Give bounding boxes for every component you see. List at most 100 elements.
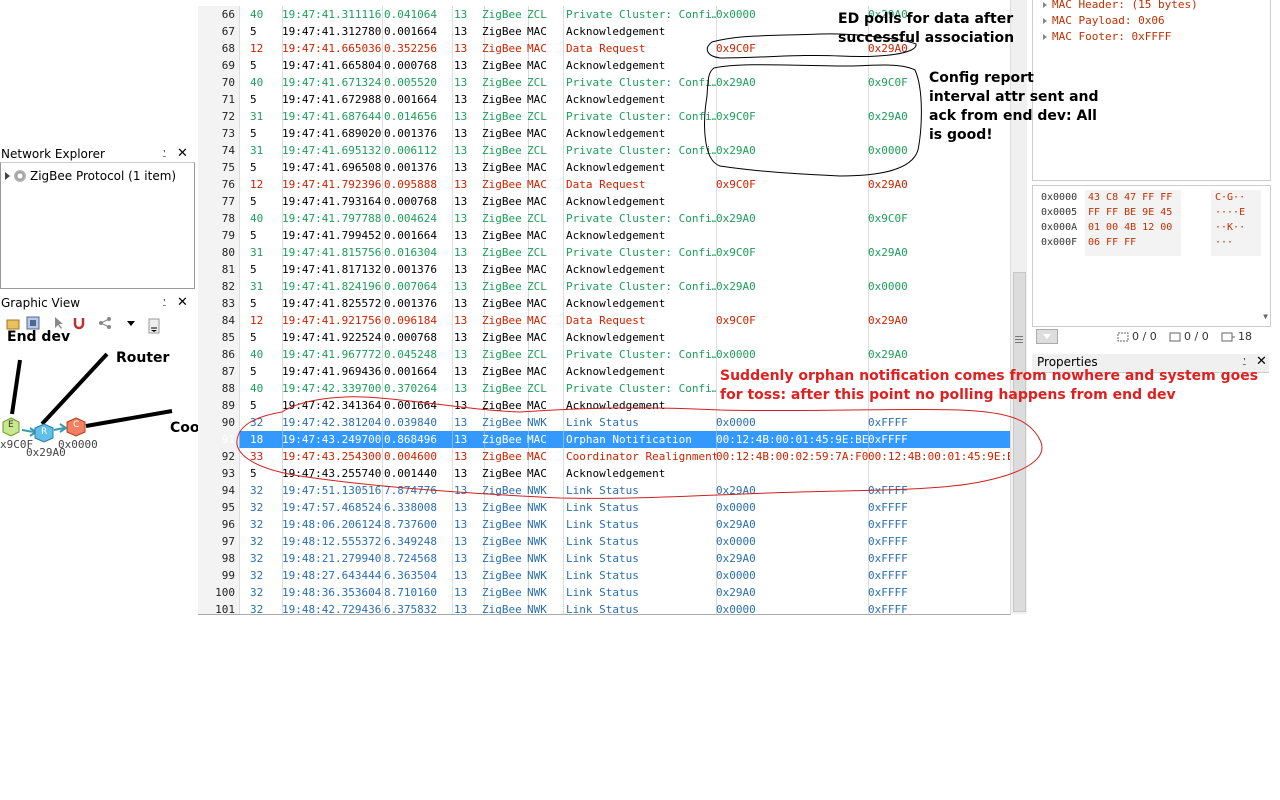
delta-cell: 0.096184 [378,312,453,329]
packet-number-cell: 94 [198,482,240,499]
destination-cell: 0xFFFF [862,567,1010,584]
packet-number-cell: 85 [198,329,240,346]
info-cell: Private Cluster: Confi… [560,278,717,295]
packet-number-cell: 86 [198,346,240,363]
tree-item-mac-header[interactable]: MAC Header: (15 bytes) [1043,0,1198,11]
timestamp-cell: 19:47:41.312780 [276,23,383,40]
delta-cell: 0.001664 [378,227,453,244]
timestamp-cell: 19:48:27.643444 [276,567,383,584]
pin-icon[interactable]: ⍘ [161,146,168,162]
tree-item-mac-footer[interactable]: MAC Footer: 0xFFFF [1043,30,1171,43]
packet-number-cell: 90 [198,414,240,431]
network-icon[interactable] [98,316,112,330]
hex-ascii: ····E [1215,207,1246,218]
table-row[interactable]: 77 5 19:47:41.793164 0.000768 13 ZigBee MAC Ack… [198,193,1010,210]
table-row[interactable]: 99 32 19:48:27.643444 6.363504 13 ZigBee NWK Li… [198,567,1010,584]
timestamp-cell: 19:47:43.254300 [276,448,383,465]
table-row[interactable]: 80 31 19:47:41.815756 0.016304 13 ZigBee ZCL Pr… [198,244,1010,261]
table-row[interactable]: 97 32 19:48:12.555372 6.349248 13 ZigBee NWK Li… [198,533,1010,550]
layer-cell: MAC [522,159,564,176]
packet-number-cell: 73 [198,125,240,142]
packet-number-cell: 76 [198,176,240,193]
destination-cell: 0xFFFF [862,584,1010,601]
table-row[interactable]: 101 32 19:48:42.729436 6.375832 13 ZigBee NWK L… [198,601,1010,614]
expand-arrow-icon[interactable] [5,172,10,180]
table-row[interactable]: 78 40 19:47:41.797788 0.004624 13 ZigBee ZCL Pr… [198,210,1010,227]
magnet-icon[interactable] [72,316,86,330]
packet-number-cell: 75 [198,159,240,176]
hex-offset: 0x0000 [1041,192,1078,203]
table-row[interactable]: 93 5 19:47:43.255740 0.001440 13 ZigBee MAC Ack… [198,465,1010,482]
pointer-icon[interactable] [52,316,66,330]
collapse-button[interactable] [1036,329,1058,344]
table-row[interactable]: 91 18 19:47:43.249700 0.868496 13 ZigBee MAC Or… [198,431,1010,448]
tree-item-label: ZigBee Protocol (1 item) [30,169,177,183]
delta-cell: 0.001376 [378,261,453,278]
table-row[interactable]: 83 5 19:47:41.825572 0.001376 13 ZigBee MAC Ack… [198,295,1010,312]
table-row[interactable]: 94 32 19:47:51.130516 7.874776 13 ZigBee NWK Li… [198,482,1010,499]
table-row[interactable]: 98 32 19:48:21.279940 8.724568 13 ZigBee NWK Li… [198,550,1010,567]
table-row[interactable]: 81 5 19:47:41.817132 0.001376 13 ZigBee MAC Ack… [198,261,1010,278]
table-row[interactable]: 76 12 19:47:41.792396 0.095888 13 ZigBee MAC Da… [198,176,1010,193]
packet-number-cell: 81 [198,261,240,278]
info-cell: Link Status [560,482,717,499]
layer-cell: MAC [522,397,564,414]
source-cell [710,91,869,108]
dropdown-arrow-icon[interactable] [124,316,138,330]
table-row[interactable]: 86 40 19:47:41.967772 0.045248 13 ZigBee ZCL Pr… [198,346,1010,363]
source-cell: 0x29A0 [710,210,869,227]
table-row[interactable]: 71 5 19:47:41.672988 0.001664 13 ZigBee MAC Ack… [198,91,1010,108]
layer-cell: MAC [522,329,564,346]
packet-number-cell: 70 [198,74,240,91]
table-row[interactable]: 72 31 19:47:41.687644 0.014656 13 ZigBee ZCL Pr… [198,108,1010,125]
expand-arrow-icon[interactable] [1043,34,1047,40]
timestamp-cell: 19:47:43.255740 [276,465,383,482]
delta-cell: 6.375832 [378,601,453,614]
source-cell: 0x0000 [710,414,869,431]
table-row[interactable]: 73 5 19:47:41.689020 0.001376 13 ZigBee MAC Ack… [198,125,1010,142]
annotation-orphan: Suddenly orphan notification comes from … [720,368,1259,403]
table-row[interactable]: 82 31 19:47:41.824196 0.007064 13 ZigBee ZCL Pr… [198,278,1010,295]
table-row[interactable]: 69 5 19:47:41.665804 0.000768 13 ZigBee MAC Ack… [198,57,1010,74]
table-row[interactable]: 95 32 19:47:57.468524 6.338008 13 ZigBee NWK Li… [198,499,1010,516]
tree-item-mac-payload[interactable]: MAC Payload: 0x06 [1043,14,1165,27]
hex-view: ▼ 0x0000 43 C8 47 FF FF C·G·· 0x0005 FF FF B… [1032,185,1271,327]
table-row[interactable]: 96 32 19:48:06.206124 8.737600 13 ZigBee NWK Li… [198,516,1010,533]
destination-cell: 0xFFFF [862,482,1010,499]
table-row[interactable]: 79 5 19:47:41.799452 0.001664 13 ZigBee MAC Ack… [198,227,1010,244]
timestamp-cell: 19:47:41.967772 [276,346,383,363]
table-row[interactable]: 100 32 19:48:36.353604 8.710160 13 ZigBee NWK L… [198,584,1010,601]
delta-cell: 0.352256 [378,40,453,57]
info-cell: Data Request [560,40,717,57]
layout-icon[interactable] [26,316,40,330]
table-row[interactable]: 75 5 19:47:41.696508 0.001376 13 ZigBee MAC Ack… [198,159,1010,176]
table-row[interactable]: 90 32 19:47:42.381204 0.039840 13 ZigBee NWK Li… [198,414,1010,431]
close-icon[interactable]: ✕ [177,146,188,162]
layer-cell: NWK [522,584,564,601]
delta-cell: 6.349248 [378,533,453,550]
table-row[interactable]: 70 40 19:47:41.671324 0.005520 13 ZigBee ZCL Pr… [198,74,1010,91]
timestamp-cell: 19:47:41.687644 [276,108,383,125]
delta-cell: 0.868496 [378,431,453,448]
packet-number-cell: 68 [198,40,240,57]
expand-arrow-icon[interactable] [1043,18,1047,24]
delta-cell: 0.006112 [378,142,453,159]
timestamp-cell: 19:47:41.311116 [276,6,383,23]
table-row[interactable]: 85 5 19:47:41.922524 0.000768 13 ZigBee MAC Ack… [198,329,1010,346]
table-row[interactable]: 92 33 19:47:43.254300 0.004600 13 ZigBee MAC Co… [198,448,1010,465]
scrollbar-thumb[interactable] [1013,272,1026,612]
pin-icon[interactable]: ⍘ [161,295,168,311]
hex-bytes: 01 00 4B 12 00 [1088,222,1173,233]
expand-arrow-icon[interactable] [1043,2,1047,8]
table-row[interactable]: 84 12 19:47:41.921756 0.096184 13 ZigBee MAC Da… [198,312,1010,329]
open-icon[interactable] [6,316,20,330]
close-icon[interactable]: ✕ [177,295,188,311]
router-letter: R [41,427,48,437]
scroll-down-icon[interactable]: ▼ [1263,312,1268,321]
source-cell: 0x29A0 [710,550,869,567]
packet-number-cell: 89 [198,397,240,414]
overflow-icon[interactable] [148,318,162,334]
tree-item-zigbee-protocol[interactable]: ZigBee Protocol (1 item) [5,169,176,183]
packet-number-cell: 83 [198,295,240,312]
table-row[interactable]: 74 31 19:47:41.695132 0.006112 13 ZigBee ZCL Pr… [198,142,1010,159]
